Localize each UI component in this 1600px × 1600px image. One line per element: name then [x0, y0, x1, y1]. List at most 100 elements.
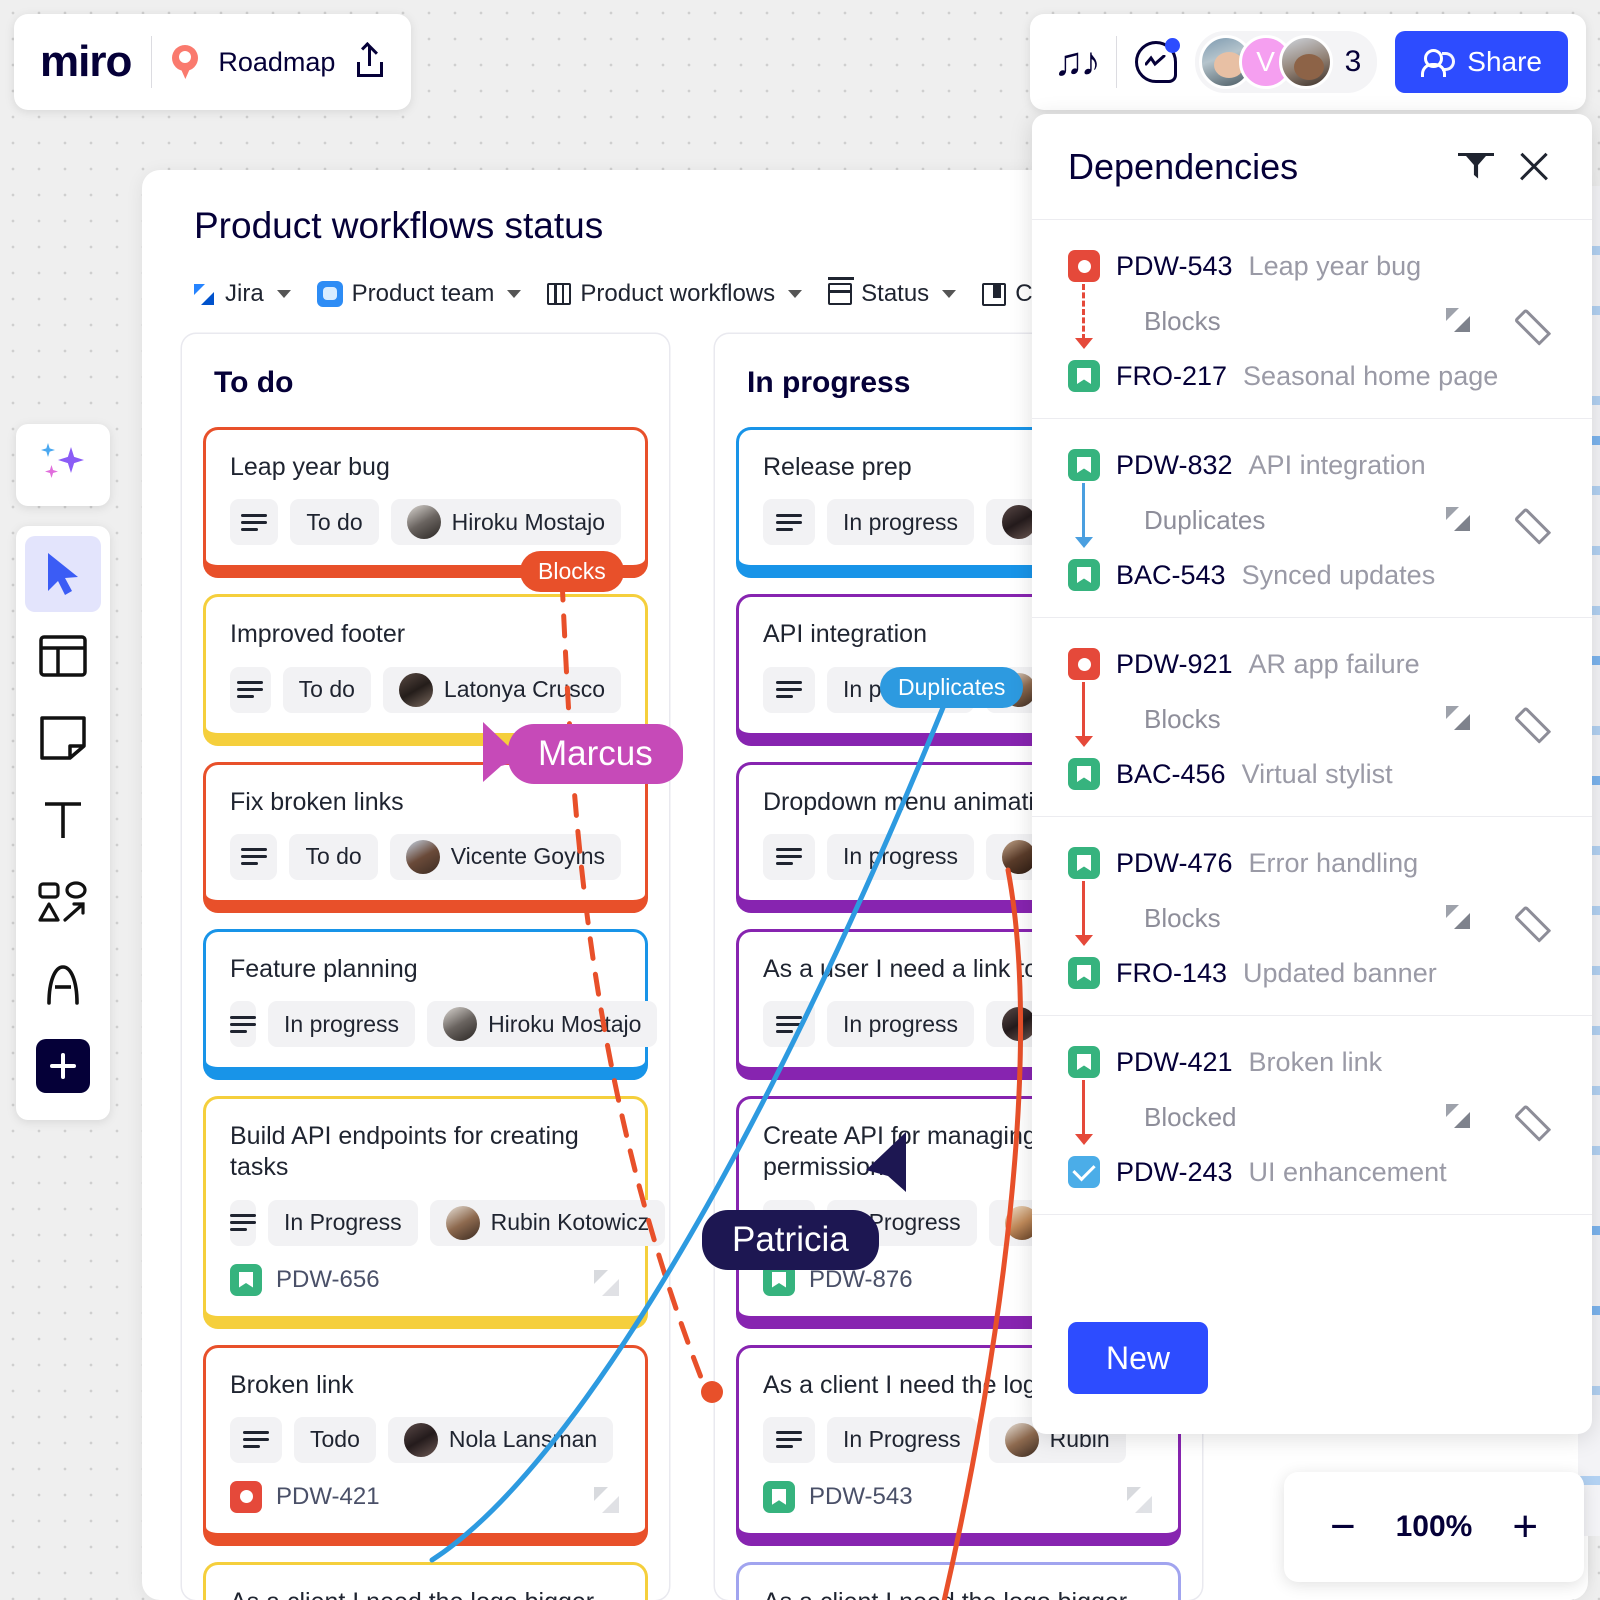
close-icon[interactable]: [1512, 145, 1556, 189]
card-status-chip[interactable]: In progress: [827, 499, 975, 546]
card-status-chip[interactable]: In Progress: [827, 1416, 977, 1463]
jira-icon[interactable]: [591, 1266, 625, 1300]
ai-tool-button[interactable]: [16, 424, 110, 506]
jira-icon[interactable]: [1444, 1100, 1478, 1134]
sticky-note-tool[interactable]: [25, 700, 101, 776]
dependency-target[interactable]: FRO-217 Seasonal home page: [1068, 360, 1556, 392]
card-status-chip[interactable]: In progress: [268, 1001, 416, 1047]
dependency-target[interactable]: BAC-456 Virtual stylist: [1068, 758, 1556, 790]
dependency-actions: [1444, 1099, 1556, 1135]
zoom-out-button[interactable]: −: [1330, 1505, 1356, 1549]
dependency-relation-row: Blocks: [1068, 282, 1556, 360]
card-jira-key[interactable]: PDW-421: [230, 1480, 621, 1513]
jira-icon[interactable]: [1444, 304, 1478, 338]
description-icon[interactable]: [230, 833, 278, 880]
jira-icon[interactable]: [1444, 901, 1478, 935]
card-status-chip[interactable]: To do: [289, 833, 378, 880]
upload-icon[interactable]: [355, 42, 385, 78]
dependency-row[interactable]: PDW-921 AR app failure Blocks BAC-456 Virtua…: [1032, 618, 1592, 817]
card-assignee-chip[interactable]: Hiroku Mostajo: [427, 1001, 658, 1047]
cursor-select-tool[interactable]: [25, 536, 101, 612]
pencil-icon[interactable]: [1520, 701, 1556, 737]
frame-toolbar-item-status[interactable]: Status: [828, 277, 957, 308]
frame-toolbar-item-product-team[interactable]: Product team: [316, 280, 522, 308]
kanban-card[interactable]: Build API endpoints for creating tasks In…: [206, 1099, 666, 1322]
card-assignee-chip[interactable]: Nola Lansman: [387, 1416, 614, 1463]
card-status-chip[interactable]: In progress: [827, 1001, 975, 1047]
dependency-target[interactable]: FRO-143 Updated banner: [1068, 957, 1556, 989]
dependency-source[interactable]: PDW-543 Leap year bug: [1068, 250, 1556, 282]
collaborator-avatars[interactable]: V 3: [1194, 31, 1378, 93]
dependency-row[interactable]: PDW-421 Broken link Blocked PDW-243 UI enhan…: [1032, 1016, 1592, 1215]
kanban-card[interactable]: Broken link Todo Nola Lansman PDW-421: [206, 1347, 645, 1539]
card-assignee-chip[interactable]: Vicente Goyins: [389, 833, 621, 880]
dependency-target[interactable]: PDW-243 UI enhancement: [1068, 1156, 1556, 1188]
board-name[interactable]: Roadmap: [218, 47, 335, 78]
description-icon[interactable]: [763, 499, 815, 546]
frame-toolbar-item-product-workflows[interactable]: Product workflows: [547, 280, 803, 308]
zoom-in-button[interactable]: +: [1512, 1505, 1538, 1549]
column-to-do[interactable]: To do Leap year bug To do Hiroku Mostajo Im…: [182, 334, 669, 1600]
description-icon[interactable]: [763, 1416, 815, 1463]
connector-label-duplicates[interactable]: Duplicates: [880, 667, 1024, 708]
dependency-source[interactable]: PDW-832 API integration: [1068, 449, 1556, 481]
description-icon[interactable]: [763, 666, 815, 713]
card-jira-key[interactable]: PDW-543: [763, 1480, 1154, 1513]
connector-label-blocks[interactable]: Blocks: [520, 551, 624, 592]
description-icon[interactable]: [763, 833, 815, 880]
dependency-row[interactable]: PDW-832 API integration Duplicates BAC-543 S…: [1032, 419, 1592, 618]
dependency-row[interactable]: PDW-476 Error handling Blocks FRO-143 Update…: [1032, 817, 1592, 1016]
dependency-source[interactable]: PDW-476 Error handling: [1068, 847, 1556, 879]
shapes-tool[interactable]: [25, 864, 101, 940]
card-jira-key[interactable]: PDW-656: [230, 1263, 621, 1296]
dependency-relation-row: Blocks: [1068, 879, 1556, 957]
kanban-card[interactable]: Feature planning In progress Hiroku Mostaj…: [206, 931, 658, 1073]
music-notes-icon[interactable]: ♫♪: [1054, 42, 1101, 82]
dependency-target[interactable]: BAC-543 Synced updates: [1068, 559, 1556, 591]
description-icon[interactable]: [230, 1001, 256, 1047]
dependency-source[interactable]: PDW-921 AR app failure: [1068, 648, 1556, 680]
kanban-card[interactable]: As a client I need the logo biggerIn Pro…: [739, 1564, 1178, 1600]
frame-toolbar-label: Product workflows: [580, 280, 776, 307]
description-icon[interactable]: [230, 1199, 256, 1246]
description-icon[interactable]: [230, 666, 271, 713]
dependency-row[interactable]: PDW-543 Leap year bug Blocks FRO-217 Seasona…: [1032, 220, 1592, 419]
pencil-icon[interactable]: [1520, 303, 1556, 339]
card-status-chip[interactable]: Todo: [294, 1416, 376, 1463]
card-status-chip[interactable]: In progress: [827, 833, 975, 880]
kanban-card[interactable]: As a client I need the logo biggerIn Pro…: [206, 1564, 645, 1600]
card-status-chip[interactable]: To do: [282, 666, 371, 713]
kanban-card[interactable]: Improved footer To do Latonya Crusco: [206, 597, 645, 739]
frame-toolbar-label: Jira: [225, 280, 264, 307]
new-dependency-button[interactable]: New: [1068, 1322, 1209, 1394]
pencil-icon[interactable]: [1520, 1099, 1556, 1135]
description-icon[interactable]: [763, 1001, 815, 1047]
filter-icon[interactable]: [1454, 145, 1498, 189]
card-assignee-chip[interactable]: Hiroku Mostajo: [390, 499, 621, 546]
jira-icon[interactable]: [1124, 1483, 1158, 1517]
text-tool[interactable]: [25, 782, 101, 858]
chat-bubble-icon[interactable]: [1134, 38, 1180, 83]
pencil-icon[interactable]: [1520, 900, 1556, 936]
avatar: [445, 1205, 480, 1240]
kanban-card[interactable]: Fix broken links To do Vicente Goyins: [206, 764, 645, 906]
pen-tool[interactable]: [25, 946, 101, 1022]
share-button[interactable]: Share: [1395, 31, 1568, 93]
jira-icon[interactable]: [1444, 503, 1478, 537]
description-icon[interactable]: [230, 1416, 282, 1463]
card-list: Leap year bug To do Hiroku Mostajo Improved…: [206, 430, 666, 1600]
frame-toolbar-item-jira[interactable]: Jira: [192, 280, 291, 308]
jira-icon[interactable]: [591, 1483, 625, 1517]
dependency-source[interactable]: PDW-421 Broken link: [1068, 1046, 1556, 1078]
avatar: [1002, 1007, 1037, 1041]
dependency-arrow-head: [1075, 736, 1093, 747]
card-assignee-chip[interactable]: Latonya Crusco: [382, 666, 621, 713]
card-status-chip[interactable]: In Progress: [268, 1199, 418, 1246]
templates-tool[interactable]: [25, 618, 101, 694]
jira-icon[interactable]: [1444, 702, 1478, 736]
description-icon[interactable]: [230, 499, 279, 546]
card-assignee-chip[interactable]: Rubin Kotowicz: [429, 1199, 666, 1246]
more-apps-tool[interactable]: [25, 1028, 101, 1104]
card-status-chip[interactable]: To do: [290, 499, 379, 546]
pencil-icon[interactable]: [1520, 502, 1556, 538]
